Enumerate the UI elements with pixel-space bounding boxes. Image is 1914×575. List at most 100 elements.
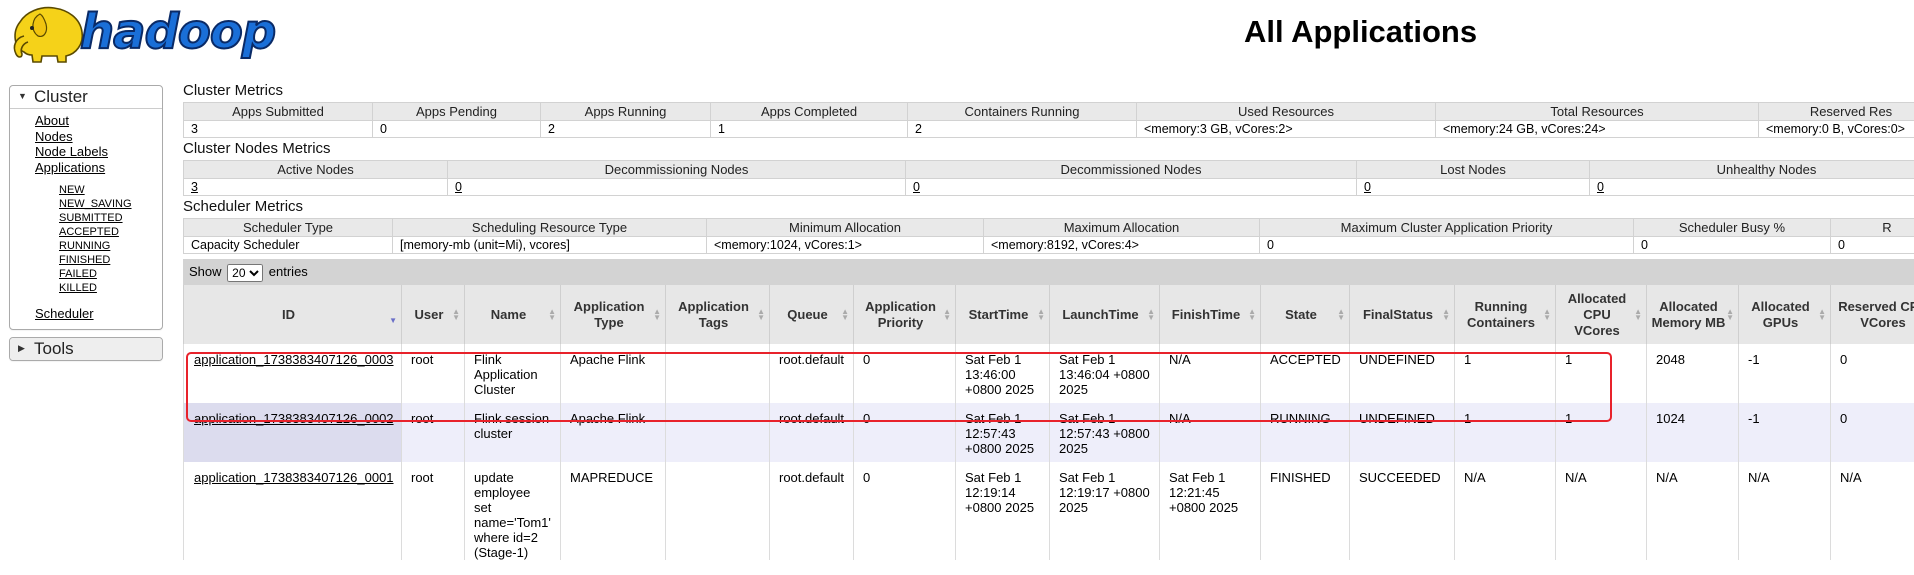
column-header-allocated-gpus[interactable]: Allocated GPUs ▲ ▼ bbox=[1738, 285, 1831, 344]
caret-down-icon: ▼ bbox=[18, 90, 27, 101]
entries-select[interactable]: 20 bbox=[227, 263, 264, 282]
hadoop-logo[interactable]: hadoop bbox=[10, 0, 280, 66]
metric-header: Scheduler Type bbox=[183, 218, 393, 237]
tools-menu-header[interactable]: ▶ Tools bbox=[10, 338, 162, 361]
cell-user: root bbox=[401, 403, 465, 462]
nav-state-running[interactable]: RUNNING bbox=[59, 240, 162, 254]
cell-reserved-cpu: N/A bbox=[1830, 462, 1914, 560]
show-label: Show bbox=[189, 264, 222, 279]
column-header-application-priority[interactable]: Application Priority ▲ ▼ bbox=[853, 285, 956, 344]
column-header-final-status[interactable]: FinalStatus ▲ ▼ bbox=[1349, 285, 1455, 344]
nav-link-node-labels[interactable]: Node Labels bbox=[35, 144, 162, 160]
cell-allocated-gpus: N/A bbox=[1738, 462, 1831, 560]
nav-state-failed[interactable]: FAILED bbox=[59, 268, 162, 282]
caret-right-icon: ▶ bbox=[18, 342, 25, 353]
nav-state-new-saving[interactable]: NEW_SAVING bbox=[59, 198, 162, 212]
nav-state-new[interactable]: NEW bbox=[59, 184, 162, 198]
decommissioning-nodes-link[interactable]: 0 bbox=[455, 180, 462, 194]
logo-wordmark: hadoop bbox=[79, 3, 277, 61]
nodes-metrics-title: Cluster Nodes Metrics bbox=[183, 140, 331, 157]
cell-allocated-memory: 1024 bbox=[1646, 403, 1739, 462]
cell-launch-time: Sat Feb 1 12:57:43 +0800 2025 bbox=[1049, 403, 1160, 462]
cluster-metrics-table: Apps Submitted Apps Pending Apps Running… bbox=[183, 102, 1914, 138]
sidebar-nav: ▼ Cluster About Nodes Node Labels Applica… bbox=[9, 85, 163, 368]
metric-header: Decommissioning Nodes bbox=[447, 160, 906, 179]
application-id-link[interactable]: application_1738383407126_0002 bbox=[194, 411, 394, 426]
cell-start-time: Sat Feb 1 12:19:14 +0800 2025 bbox=[955, 462, 1050, 560]
column-header-running-containers[interactable]: Running Containers ▲ ▼ bbox=[1454, 285, 1556, 344]
metric-header: Apps Completed bbox=[710, 102, 908, 121]
cluster-metrics-title: Cluster Metrics bbox=[183, 82, 284, 99]
metric-value: <memory:3 GB, vCores:2> bbox=[1136, 120, 1436, 138]
application-id-link[interactable]: application_1738383407126_0001 bbox=[194, 470, 394, 485]
sort-icon: ▲ ▼ bbox=[1442, 306, 1450, 322]
metric-value: 0 bbox=[372, 120, 541, 138]
cell-name: Flink session cluster bbox=[464, 403, 561, 462]
metric-header: Scheduler Busy % bbox=[1633, 218, 1831, 237]
column-header-allocated-memory[interactable]: Allocated Memory MB ▲ ▼ bbox=[1646, 285, 1739, 344]
metric-value: <memory:8192, vCores:4> bbox=[983, 236, 1260, 254]
cell-allocated-gpus: -1 bbox=[1738, 403, 1831, 462]
nodes-metrics-table: Active Nodes Decommissioning Nodes Decom… bbox=[183, 160, 1914, 196]
sort-icon: ▲ ▼ bbox=[1037, 306, 1045, 322]
active-nodes-link[interactable]: 3 bbox=[191, 180, 198, 194]
metric-header: Apps Pending bbox=[372, 102, 541, 121]
application-states: NEW NEW_SAVING SUBMITTED ACCEPTED RUNNIN… bbox=[35, 175, 162, 299]
metric-header: Maximum Cluster Application Priority bbox=[1259, 218, 1634, 237]
cell-priority: 0 bbox=[853, 462, 956, 560]
cell-type: Apache Flink bbox=[560, 403, 666, 462]
nav-link-about[interactable]: About bbox=[35, 113, 162, 129]
cell-start-time: Sat Feb 1 13:46:00 +0800 2025 bbox=[955, 344, 1050, 403]
cell-user: root bbox=[401, 344, 465, 403]
cell-queue: root.default bbox=[769, 344, 854, 403]
metric-header: Reserved Res bbox=[1758, 102, 1914, 121]
cell-final-status: UNDEFINED bbox=[1349, 344, 1455, 403]
cell-final-status: UNDEFINED bbox=[1349, 403, 1455, 462]
tools-menu-label: Tools bbox=[34, 339, 74, 359]
column-header-launch-time[interactable]: LaunchTime ▲ ▼ bbox=[1049, 285, 1160, 344]
sort-icon: ▲ ▼ bbox=[1147, 306, 1155, 322]
lost-nodes-link[interactable]: 0 bbox=[1364, 180, 1371, 194]
column-header-application-type[interactable]: Application Type ▲ ▼ bbox=[560, 285, 666, 344]
column-header-reserved-cpu[interactable]: Reserved CPU VCores▲▼ bbox=[1830, 285, 1914, 344]
nav-state-submitted[interactable]: SUBMITTED bbox=[59, 212, 162, 226]
column-header-finish-time[interactable]: FinishTime ▲ ▼ bbox=[1159, 285, 1261, 344]
sort-icon: ▲ ▼ bbox=[1543, 306, 1551, 322]
nav-link-scheduler[interactable]: Scheduler bbox=[35, 306, 162, 322]
cluster-menu-body: About Nodes Node Labels Applications NEW… bbox=[10, 109, 162, 329]
column-header-id[interactable]: ID ▼ bbox=[183, 285, 402, 344]
cell-type: Apache Flink bbox=[560, 344, 666, 403]
sort-icon: ▲ ▼ bbox=[1818, 306, 1826, 322]
column-header-name[interactable]: Name ▲ ▼ bbox=[464, 285, 561, 344]
cell-name: update employee set name='Tom1' where id… bbox=[464, 462, 561, 560]
metric-value: 3 bbox=[183, 120, 373, 138]
nav-state-accepted[interactable]: ACCEPTED bbox=[59, 226, 162, 240]
unhealthy-nodes-link[interactable]: 0 bbox=[1597, 180, 1604, 194]
column-header-start-time[interactable]: StartTime ▲ ▼ bbox=[955, 285, 1050, 344]
column-header-application-tags[interactable]: Application Tags ▲ ▼ bbox=[665, 285, 770, 344]
cluster-menu-header[interactable]: ▼ Cluster bbox=[10, 86, 162, 109]
entries-bar: Show 20 entries bbox=[183, 259, 1914, 285]
decommissioned-nodes-link[interactable]: 0 bbox=[913, 180, 920, 194]
nav-state-finished[interactable]: FINISHED bbox=[59, 254, 162, 268]
nav-state-killed[interactable]: KILLED bbox=[59, 282, 162, 296]
nav-link-applications[interactable]: Applications bbox=[35, 160, 162, 176]
metric-header: Apps Submitted bbox=[183, 102, 373, 121]
column-header-allocated-cpu[interactable]: Allocated CPU VCores ▲ ▼ bbox=[1555, 285, 1647, 344]
application-id-link[interactable]: application_1738383407126_0003 bbox=[194, 352, 394, 367]
cell-state: RUNNING bbox=[1260, 403, 1350, 462]
column-header-queue[interactable]: Queue ▲ ▼ bbox=[769, 285, 854, 344]
cell-tags bbox=[665, 403, 770, 462]
metric-header: Used Resources bbox=[1136, 102, 1436, 121]
nav-link-nodes[interactable]: Nodes bbox=[35, 129, 162, 145]
metric-header: Apps Running bbox=[540, 102, 711, 121]
metric-value: 1 bbox=[710, 120, 908, 138]
metric-value: Capacity Scheduler bbox=[183, 236, 393, 254]
metric-value: 2 bbox=[540, 120, 711, 138]
cell-running-containers: 1 bbox=[1454, 344, 1556, 403]
sort-desc-icon: ▼ bbox=[389, 316, 397, 325]
cell-reserved-cpu: 0 bbox=[1830, 344, 1914, 403]
metric-header: Decommissioned Nodes bbox=[905, 160, 1357, 179]
column-header-state[interactable]: State ▲ ▼ bbox=[1260, 285, 1350, 344]
column-header-user[interactable]: User ▲ ▼ bbox=[401, 285, 465, 344]
